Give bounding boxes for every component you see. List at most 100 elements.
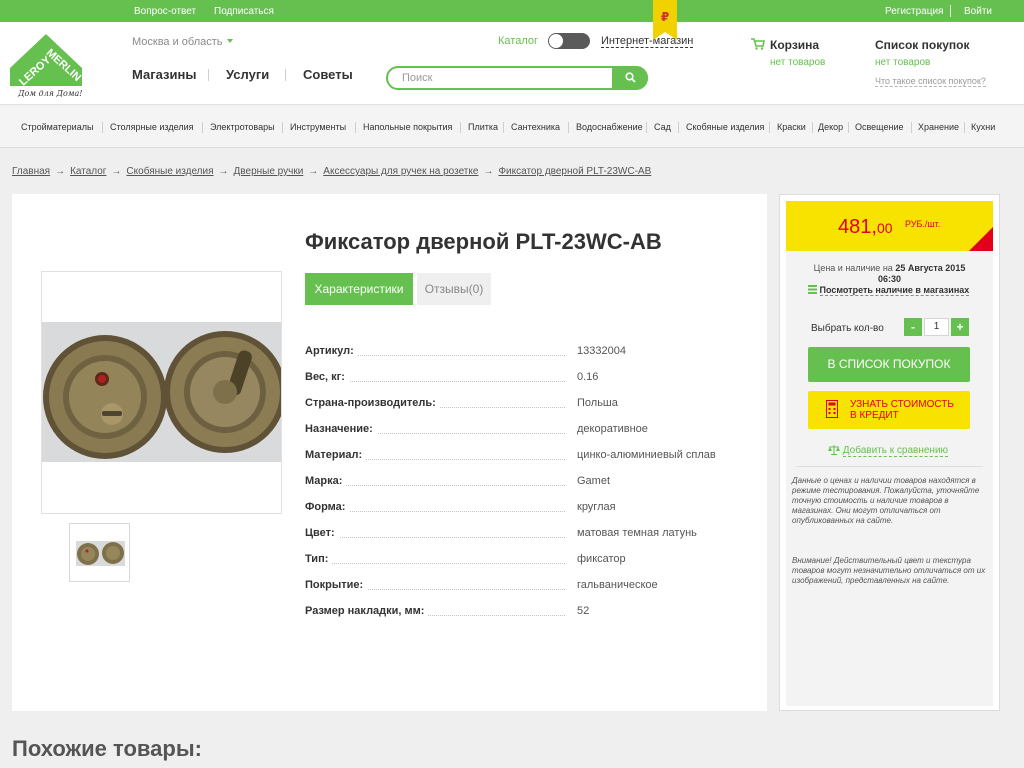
spec-row: Вес, кг: 0.16 <box>305 371 745 385</box>
category-building-materials[interactable]: Стройматериалы <box>21 122 93 132</box>
search-button[interactable] <box>612 66 648 90</box>
nav-services[interactable]: Услуги <box>226 67 269 82</box>
category-bar: Стройматериалы Столярные изделия Электро… <box>0 106 1024 148</box>
arrow-right-icon: → <box>218 166 229 177</box>
category-hardware[interactable]: Скобяные изделия <box>686 122 764 132</box>
spec-row: Марка: Gamet <box>305 475 745 489</box>
price-cents: 00 <box>876 220 893 236</box>
spec-key: Покрытие: <box>305 579 368 591</box>
credit-line-2: В КРЕДИТ <box>850 410 899 421</box>
faq-link[interactable]: Вопрос-ответ <box>134 6 196 17</box>
category-lighting[interactable]: Освещение <box>855 122 904 132</box>
nav-tips[interactable]: Советы <box>303 67 353 82</box>
add-to-compare-link[interactable]: Добавить к сравнению <box>828 444 949 457</box>
login-link[interactable]: Войти <box>964 6 992 17</box>
subscribe-link[interactable]: Подписаться <box>214 6 274 17</box>
price-value: 481,00 <box>838 216 893 239</box>
breadcrumb-catalog[interactable]: Каталог <box>70 166 106 177</box>
product-title: Фиксатор дверной PLT-23WC-AB <box>305 229 662 254</box>
spec-value: гальваническое <box>577 579 658 591</box>
category-kitchens[interactable]: Кухни <box>971 122 995 132</box>
breadcrumb-door-handles[interactable]: Дверные ручки <box>234 166 304 177</box>
calculator-icon <box>826 400 838 418</box>
spec-key: Материал: <box>305 449 367 461</box>
nav-stores[interactable]: Магазины <box>132 67 196 82</box>
category-tiles[interactable]: Плитка <box>468 122 498 132</box>
spec-row: Цвет: матовая темная латунь <box>305 527 745 541</box>
category-garden[interactable]: Сад <box>654 122 671 132</box>
door-lock-image <box>42 322 281 462</box>
credit-cost-label: УЗНАТЬ СТОИМОСТЬ В КРЕДИТ <box>850 399 954 421</box>
spec-key: Вес, кг: <box>305 371 349 383</box>
shopping-list-status: нет товаров <box>875 57 931 68</box>
product-card: Фиксатор дверной PLT-23WC-AB Характерист… <box>12 194 767 711</box>
breadcrumb-hardware[interactable]: Скобяные изделия <box>126 166 213 177</box>
cart-icon[interactable] <box>751 38 765 50</box>
category-flooring[interactable]: Напольные покрытия <box>363 122 452 132</box>
quantity-decrease-button[interactable]: - <box>904 318 922 336</box>
chevron-down-icon <box>226 39 233 43</box>
quantity-increase-button[interactable]: + <box>951 318 969 336</box>
spec-row: Страна-производитель: Польша <box>305 397 745 411</box>
category-tools[interactable]: Инструменты <box>290 122 346 132</box>
credit-line-1: УЗНАТЬ СТОИМОСТЬ <box>850 399 954 410</box>
spec-row: Тип: фиксатор <box>305 553 745 567</box>
spec-value: 52 <box>577 605 590 617</box>
tab-specifications[interactable]: Характеристики <box>305 273 413 305</box>
category-divider <box>678 122 679 133</box>
category-electrical[interactable]: Электротовары <box>210 122 275 132</box>
shopping-list-title[interactable]: Список покупок <box>875 38 969 52</box>
spec-row: Артикул: 13332004 <box>305 345 745 359</box>
catalog-mode-label[interactable]: Каталог <box>498 35 538 47</box>
catalog-online-toggle[interactable] <box>548 33 590 49</box>
spec-value: цинко-алюминиевый сплав <box>577 449 716 461</box>
spec-value: 13332004 <box>577 345 626 357</box>
breadcrumb-home[interactable]: Главная <box>12 166 50 177</box>
credit-cost-button[interactable]: УЗНАТЬ СТОИМОСТЬ В КРЕДИТ <box>808 391 970 429</box>
product-photo[interactable] <box>41 271 282 514</box>
availability-time: 06:30 <box>877 274 902 284</box>
category-paints[interactable]: Краски <box>777 122 806 132</box>
category-water-supply[interactable]: Водоснабжение <box>576 122 643 132</box>
search-input[interactable] <box>402 70 602 86</box>
spec-key: Назначение: <box>305 423 377 435</box>
shopping-list-help-link[interactable]: Что такое список покупок? <box>875 76 986 87</box>
region-selector[interactable]: Москва и область <box>132 36 233 48</box>
top-bar: Вопрос-ответ Подписаться Регистрация Вой… <box>0 0 1024 22</box>
cart-status: нет товаров <box>770 57 826 68</box>
spec-row: Назначение: декоративное <box>305 423 745 437</box>
leroy-merlin-logo[interactable]: LEROY MERLIN Дом для Дома! <box>8 30 84 98</box>
register-link[interactable]: Регистрация <box>885 6 943 17</box>
check-stores-link[interactable]: Посмотреть наличие в магазинах <box>808 285 970 296</box>
spec-key: Размер накладки, мм: <box>305 605 429 617</box>
spec-key: Артикул: <box>305 345 358 357</box>
door-lock-thumbnail-image <box>76 541 125 566</box>
breadcrumb-current[interactable]: Фиксатор дверной PLT-23WC-AB <box>498 166 651 177</box>
category-decor[interactable]: Декор <box>818 122 843 132</box>
online-store-label[interactable]: Интернет-магазин <box>601 35 694 48</box>
spec-row: Покрытие: гальваническое <box>305 579 745 593</box>
spec-leader <box>305 537 565 538</box>
availability-date: 25 Августа 2015 <box>895 263 966 273</box>
spec-key: Тип: <box>305 553 333 565</box>
purchase-panel: 481,00 РУБ./шт. Цена и наличие на 25 Авг… <box>786 201 993 706</box>
sidebar-divider <box>796 466 983 467</box>
category-joinery[interactable]: Столярные изделия <box>110 122 193 132</box>
add-to-shopping-list-button[interactable]: В СПИСОК ПОКУПОК <box>808 347 970 382</box>
spec-key: Цвет: <box>305 527 339 539</box>
category-divider <box>282 122 283 133</box>
breadcrumb: Главная → Каталог → Скобяные изделия → Дверные… <box>12 166 651 177</box>
category-divider <box>102 122 103 133</box>
category-plumbing[interactable]: Сантехника <box>511 122 560 132</box>
spec-row: Материал: цинко-алюминиевый сплав <box>305 449 745 463</box>
product-thumbnail[interactable] <box>69 523 130 582</box>
category-divider <box>202 122 203 133</box>
tab-reviews[interactable]: Отзывы(0) <box>417 273 491 305</box>
breadcrumb-handle-accessories[interactable]: Аксессуары для ручек на розетке <box>323 166 478 177</box>
category-storage[interactable]: Хранение <box>918 122 959 132</box>
category-divider <box>812 122 813 133</box>
cart-title[interactable]: Корзина <box>770 38 819 52</box>
quantity-input[interactable]: 1 <box>924 318 949 336</box>
spec-key: Форма: <box>305 501 350 513</box>
topbar-divider <box>950 5 951 17</box>
